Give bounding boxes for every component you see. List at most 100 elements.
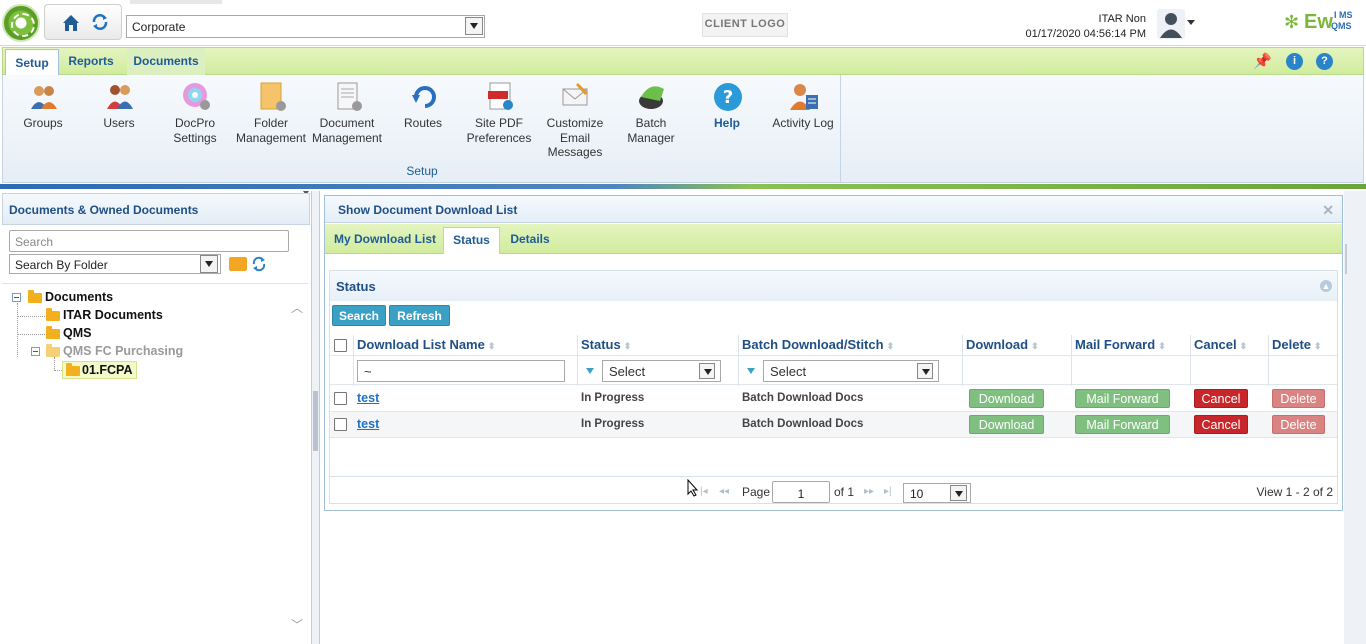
page-size-select[interactable]: 10: [903, 483, 971, 503]
right-edge-panel: [1344, 191, 1366, 644]
help-icon[interactable]: ?: [1316, 53, 1333, 70]
tree-line: [17, 316, 45, 317]
activity-log-button[interactable]: Activity Log: [765, 79, 839, 161]
column-header-name[interactable]: Download List Name ⬍: [354, 335, 578, 355]
mail-forward-button[interactable]: Mail Forward: [1075, 389, 1170, 408]
column-header-cancel[interactable]: Cancel ⬍: [1191, 335, 1269, 355]
email-messages-icon: [562, 83, 588, 106]
site-pdf-preferences-button[interactable]: Site PDF Preferences: [461, 79, 535, 161]
groups-icon: [31, 86, 57, 109]
column-header-status[interactable]: Status ⬍: [578, 335, 739, 355]
tree-node-qms-fc-purchasing[interactable]: QMS FC Purchasing: [63, 344, 183, 358]
column-header-batch[interactable]: Batch Download/Stitch ⬍: [739, 335, 963, 355]
delete-button[interactable]: Delete: [1272, 415, 1325, 434]
close-icon[interactable]: ✕: [1322, 202, 1334, 219]
tree-search-input[interactable]: Search: [9, 230, 289, 252]
info-icon[interactable]: i: [1286, 53, 1303, 70]
download-button[interactable]: Download: [969, 415, 1044, 434]
chevron-down-icon[interactable]: [699, 363, 715, 379]
status-filter-select[interactable]: Select: [602, 360, 721, 382]
first-page-icon[interactable]: |◂: [700, 486, 708, 497]
organization-select[interactable]: Corporate: [126, 15, 485, 38]
column-label: Download: [966, 337, 1029, 352]
folder-management-button[interactable]: Folder Management: [233, 79, 307, 161]
collapse-documents-icon[interactable]: [12, 293, 21, 302]
row-checkbox[interactable]: [334, 418, 347, 431]
chevron-down-icon[interactable]: [950, 485, 967, 501]
customize-email-messages-button[interactable]: Customize Email Messages: [537, 79, 611, 161]
download-button[interactable]: Download: [969, 389, 1044, 408]
tree-node-qms[interactable]: QMS: [63, 326, 91, 340]
docpro-settings-label: DocPro Settings: [173, 116, 217, 145]
batch-manager-button[interactable]: Batch Manager: [613, 79, 687, 161]
delete-button[interactable]: Delete: [1272, 389, 1325, 408]
tab-status[interactable]: Status: [443, 227, 500, 254]
scroll-down-icon[interactable]: ﹀: [291, 616, 303, 633]
right-scrollbar[interactable]: [1345, 244, 1347, 274]
tree-node-01-fcpa[interactable]: 01.FCPA: [82, 363, 132, 377]
next-page-icon[interactable]: ▸▸: [864, 486, 874, 497]
tree-node-documents[interactable]: Documents: [45, 290, 113, 304]
refresh-icon[interactable]: [251, 256, 267, 272]
cancel-button[interactable]: Cancel: [1194, 389, 1248, 408]
search-button[interactable]: Search: [332, 305, 386, 326]
page-label: Page: [742, 485, 771, 499]
collapse-icon[interactable]: ▲: [1320, 280, 1332, 292]
tree-node-itar-documents[interactable]: ITAR Documents: [63, 308, 163, 322]
page-number-input[interactable]: 1: [772, 481, 830, 503]
status-section-header: Status ▲: [330, 271, 1337, 301]
tab-details[interactable]: Details: [502, 227, 558, 254]
batch-filter-select[interactable]: Select: [763, 360, 939, 382]
name-filter-input[interactable]: ~: [357, 360, 565, 382]
column-header-download[interactable]: Download ⬍: [963, 335, 1072, 355]
refresh-icon[interactable]: [91, 13, 109, 31]
row-checkbox[interactable]: [334, 392, 347, 405]
help-ribbon-button[interactable]: ? Help: [689, 79, 763, 161]
table-row: test In Progress Batch Download Docs Dow…: [330, 412, 1337, 438]
home-icon[interactable]: [61, 13, 81, 33]
view-range: View 1 - 2 of 2: [1256, 485, 1334, 499]
column-header-delete[interactable]: Delete ⬍: [1269, 335, 1337, 355]
groups-button[interactable]: Groups: [5, 79, 79, 161]
download-list-name-link[interactable]: test: [357, 391, 379, 405]
folder-search-icon[interactable]: [229, 257, 247, 271]
tree-line: [17, 303, 18, 357]
tab-my-download-list[interactable]: My Download List: [329, 227, 441, 254]
collapse-qms-fc-icon[interactable]: [31, 347, 40, 356]
user-menu-chevron-icon[interactable]: [1187, 20, 1195, 25]
filter-funnel-icon[interactable]: [747, 368, 755, 374]
tab-documents[interactable]: Documents: [127, 48, 205, 75]
users-button[interactable]: Users: [81, 79, 155, 161]
filter-funnel-icon[interactable]: [586, 368, 594, 374]
search-by-select[interactable]: Search By Folder: [9, 254, 221, 274]
page-size-value: 10: [910, 487, 924, 501]
column-label: Delete: [1272, 337, 1312, 352]
prev-page-icon[interactable]: ◂◂: [719, 486, 729, 497]
document-management-button[interactable]: Document Management: [309, 79, 383, 161]
mail-forward-button[interactable]: Mail Forward: [1075, 415, 1170, 434]
cancel-button[interactable]: Cancel: [1194, 415, 1248, 434]
sort-icon: ⬍: [1239, 341, 1248, 351]
pin-icon[interactable]: 📌: [1253, 53, 1272, 70]
last-page-icon[interactable]: ▸|: [884, 486, 892, 497]
chevron-down-icon[interactable]: [917, 363, 933, 379]
splitter-handle[interactable]: [313, 391, 318, 451]
refresh-button[interactable]: Refresh: [389, 305, 450, 326]
left-panel-title: Documents & Owned Documents: [9, 203, 199, 217]
docpro-settings-button[interactable]: DocPro Settings: [157, 79, 231, 161]
chevron-down-icon[interactable]: [465, 17, 483, 35]
user-avatar-icon[interactable]: [1157, 9, 1185, 39]
column-header-mail-forward[interactable]: Mail Forward ⬍: [1072, 335, 1191, 355]
tree-search-placeholder: Search: [15, 235, 54, 249]
filter-row: ~ Select Select: [330, 355, 1337, 386]
folder-icon: [66, 363, 80, 376]
panel-splitter[interactable]: [312, 191, 320, 644]
scroll-up-icon[interactable]: ︿: [291, 299, 303, 316]
organization-value: Corporate: [132, 20, 186, 34]
app-logo-icon[interactable]: [2, 4, 40, 42]
download-list-name-link[interactable]: test: [357, 417, 379, 431]
chevron-down-icon[interactable]: [200, 255, 218, 273]
tab-setup[interactable]: Setup: [5, 49, 59, 76]
tab-reports[interactable]: Reports: [61, 48, 121, 75]
routes-button[interactable]: Routes: [385, 79, 459, 161]
